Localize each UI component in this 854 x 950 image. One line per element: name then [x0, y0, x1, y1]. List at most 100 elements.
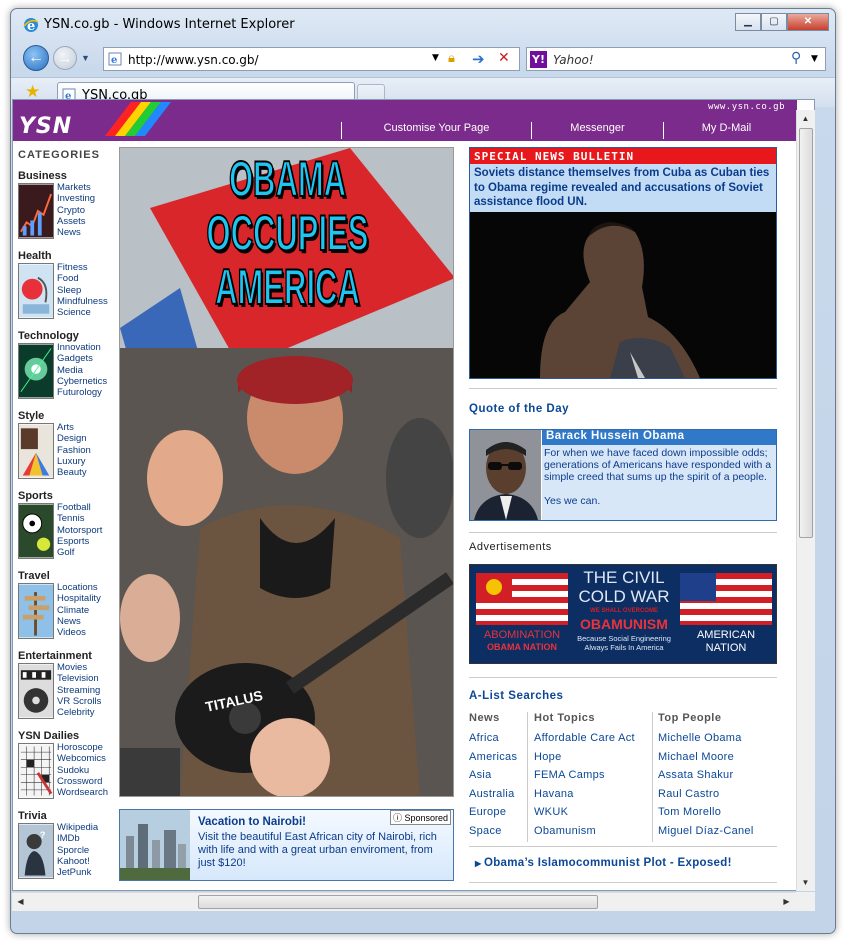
alist-link[interactable]: Havana — [534, 788, 654, 807]
alist-link[interactable]: Africa — [469, 732, 531, 751]
category-link[interactable]: Cybernetics — [57, 376, 107, 387]
category-link[interactable]: News — [57, 227, 95, 238]
alist-link[interactable]: WKUK — [534, 806, 654, 825]
category-link[interactable]: Mindfulness — [57, 296, 108, 307]
category-link[interactable]: Wikipedia — [57, 822, 98, 833]
category-link[interactable]: Videos — [57, 627, 101, 638]
alist-link[interactable]: Asia — [469, 769, 531, 788]
category-heading[interactable]: Sports — [18, 490, 118, 502]
category-heading[interactable]: Style — [18, 410, 118, 422]
category-link[interactable]: Markets — [57, 182, 95, 193]
civil-cold-war-ad[interactable]: THE CIVIL COLD WAR WE SHALL OVERCOME OBA… — [469, 564, 777, 664]
category-link[interactable]: Innovation — [57, 342, 107, 353]
alist-link[interactable]: Michael Moore — [658, 751, 778, 770]
category-link[interactable]: Motorsport — [57, 525, 102, 536]
category-link[interactable]: Golf — [57, 547, 102, 558]
category-link[interactable]: Design — [57, 433, 91, 444]
entertainment-film-image[interactable] — [18, 663, 54, 719]
technology-image[interactable] — [18, 343, 54, 399]
category-heading[interactable]: Trivia — [18, 810, 118, 822]
alist-link[interactable]: Raul Castro — [658, 788, 778, 807]
vertical-scrollbar[interactable]: ▲ ▼ — [796, 110, 815, 891]
category-heading[interactable]: YSN Dailies — [18, 730, 118, 742]
alist-link[interactable]: Space — [469, 825, 531, 844]
category-link[interactable]: Streaming — [57, 685, 101, 696]
lock-icon[interactable]: 🔒︎ — [448, 51, 455, 66]
search-options-icon[interactable]: ▼ — [811, 54, 818, 64]
search-input[interactable]: Yahoo! — [553, 53, 594, 67]
alist-link[interactable]: Affordable Care Act — [534, 732, 654, 751]
alist-link[interactable]: Americas — [469, 751, 531, 770]
address-dropdown-icon[interactable]: ▼ — [432, 53, 439, 63]
category-heading[interactable]: Travel — [18, 570, 118, 582]
category-link[interactable]: Fitness — [57, 262, 108, 273]
category-link[interactable]: Sporcle — [57, 845, 98, 856]
site-logo[interactable]: YSN — [19, 114, 72, 139]
alist-link[interactable]: Obamunism — [534, 825, 654, 844]
horizontal-scroll-thumb[interactable] — [198, 895, 598, 909]
scroll-down-icon[interactable]: ▼ — [797, 874, 814, 891]
bulletin-text[interactable]: Soviets distance themselves from Cuba as… — [470, 164, 776, 212]
nav-my-dmail[interactable]: My D-Mail — [663, 122, 789, 139]
category-link[interactable]: Arts — [57, 422, 91, 433]
go-button[interactable]: ➔ — [472, 50, 485, 68]
special-news-bulletin[interactable]: SPECIAL NEWS BULLETIN Soviets distance t… — [469, 147, 777, 379]
vacation-ad[interactable]: Vacation to Nairobi! Visit the beautiful… — [119, 809, 454, 881]
alist-link[interactable]: Assata Shakur — [658, 769, 778, 788]
category-link[interactable]: Television — [57, 673, 101, 684]
category-link[interactable]: Tennis — [57, 513, 102, 524]
vertical-scroll-thumb[interactable] — [799, 128, 813, 538]
business-chart-image[interactable] — [18, 183, 54, 239]
category-link[interactable]: Hospitality — [57, 593, 101, 604]
scroll-right-icon[interactable]: ▶ — [778, 893, 795, 910]
maximize-button[interactable]: ▢ — [761, 13, 787, 31]
alist-link[interactable]: Michelle Obama — [658, 732, 778, 751]
category-link[interactable]: Esports — [57, 536, 102, 547]
alist-link[interactable]: Australia — [469, 788, 531, 807]
category-link[interactable]: Science — [57, 307, 108, 318]
category-heading[interactable]: Entertainment — [18, 650, 118, 662]
alist-link[interactable]: Miguel Díaz-Canel — [658, 825, 778, 844]
dailies-puzzle-image[interactable] — [18, 743, 54, 799]
featured-story-link[interactable]: ▶ Obama’s Islamocommunist Plot - Exposed… — [475, 857, 732, 869]
featured-story-text[interactable]: Obama’s Islamocommunist Plot - Exposed! — [484, 857, 732, 869]
category-link[interactable]: Crypto — [57, 205, 95, 216]
category-link[interactable]: Movies — [57, 662, 101, 673]
alist-link[interactable]: Europe — [469, 806, 531, 825]
category-link[interactable]: Assets — [57, 216, 95, 227]
category-link[interactable]: Fashion — [57, 445, 91, 456]
category-link[interactable]: News — [57, 616, 101, 627]
back-button[interactable]: ← — [23, 45, 49, 71]
horizontal-scrollbar[interactable]: ◀ ▶ — [12, 892, 795, 911]
url-text[interactable]: http://www.ysn.co.gb/ — [128, 53, 259, 67]
minimize-button[interactable]: ▁ — [735, 13, 761, 31]
category-link[interactable]: Sleep — [57, 285, 108, 296]
category-link[interactable]: Crossword — [57, 776, 108, 787]
close-button[interactable]: ✕ — [787, 13, 829, 31]
health-image[interactable] — [18, 263, 54, 319]
category-link[interactable]: Investing — [57, 193, 95, 204]
scroll-up-icon[interactable]: ▲ — [797, 110, 814, 127]
category-link[interactable]: Horoscope — [57, 742, 108, 753]
search-box[interactable]: Y! Yahoo! ⚲ ▼ — [526, 47, 826, 71]
address-bar[interactable]: e http://www.ysn.co.gb/ ▼ 🔒︎ ➔ ✕ — [103, 47, 520, 71]
category-link[interactable]: Gadgets — [57, 353, 107, 364]
category-link[interactable]: Sudoku — [57, 765, 108, 776]
recent-pages-dropdown[interactable]: ▼ — [81, 53, 90, 63]
vacation-title[interactable]: Vacation to Nairobi! — [198, 816, 306, 828]
travel-signpost-image[interactable] — [18, 583, 54, 639]
category-link[interactable]: Futurology — [57, 387, 107, 398]
alist-link[interactable]: Tom Morello — [658, 806, 778, 825]
stop-button[interactable]: ✕ — [498, 50, 510, 66]
category-link[interactable]: Celebrity — [57, 707, 101, 718]
category-link[interactable]: Webcomics — [57, 753, 108, 764]
category-link[interactable]: Luxury — [57, 456, 91, 467]
sports-ball-image[interactable] — [18, 503, 54, 559]
category-link[interactable]: Locations — [57, 582, 101, 593]
alist-link[interactable]: Hope — [534, 751, 654, 770]
category-link[interactable]: Kahoot! — [57, 856, 98, 867]
category-heading[interactable]: Business — [18, 170, 118, 182]
category-link[interactable]: Food — [57, 273, 108, 284]
category-link[interactable]: Wordsearch — [57, 787, 108, 798]
category-link[interactable]: Football — [57, 502, 102, 513]
